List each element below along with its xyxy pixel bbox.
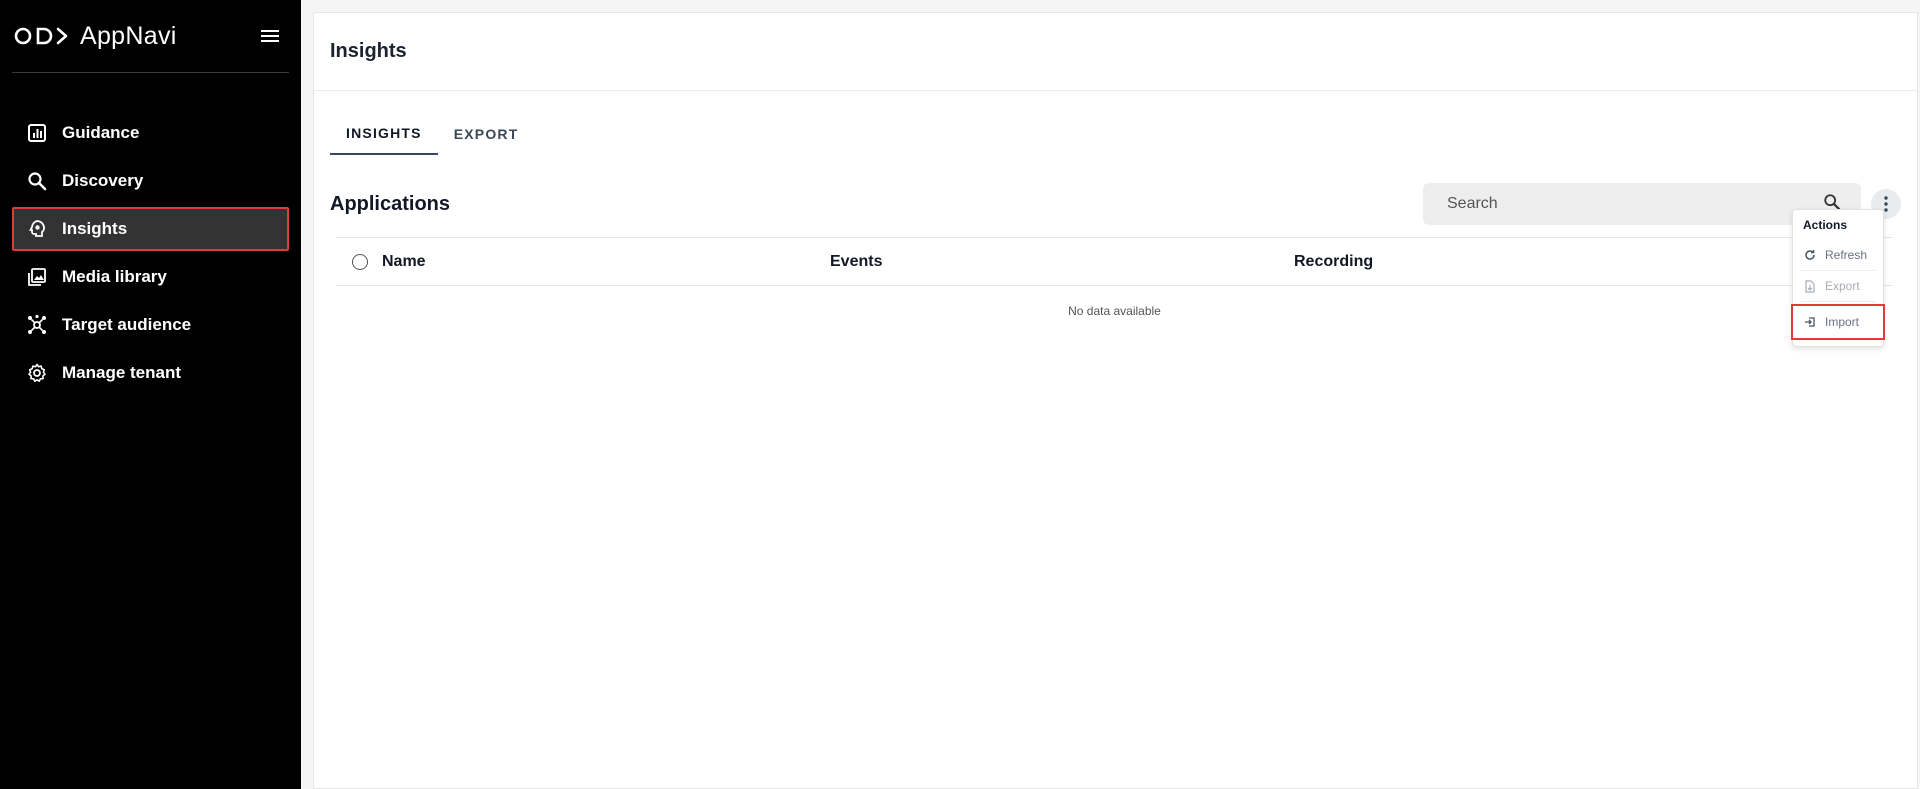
network-icon: [26, 314, 48, 336]
search-input[interactable]: [1447, 195, 1823, 213]
applications-toolbar: Applications: [314, 181, 1917, 227]
sidebar-item-label: Discovery: [62, 171, 144, 190]
bulb-head-icon: [26, 218, 48, 240]
table-header-row: Name Events Recording: [336, 238, 1893, 286]
column-header-name[interactable]: Name: [382, 253, 830, 271]
hamburger-icon: [261, 30, 279, 42]
tab-insights[interactable]: INSIGHTS: [330, 113, 438, 155]
sidebar-item-target-audience[interactable]: Target audience: [12, 303, 289, 347]
menu-item-import[interactable]: Import: [1791, 304, 1885, 340]
menu-item-label: Import: [1825, 315, 1860, 329]
dropdown-header: Actions: [1803, 218, 1848, 232]
menu-item-label: Export: [1825, 279, 1860, 293]
kebab-menu-icon: [1884, 196, 1888, 212]
appnavi-logo-icon: [14, 25, 72, 47]
content-panel: Insights INSIGHTS EXPORT Applications Se…: [313, 12, 1918, 789]
column-header-events[interactable]: Events: [830, 253, 1294, 271]
search-icon: [26, 170, 48, 192]
sidebar-item-label: Manage tenant: [62, 363, 182, 382]
section-title: Applications: [330, 192, 451, 215]
file-export-icon: [1803, 279, 1817, 293]
page-title: Insights: [330, 40, 407, 62]
sidebar-divider: [12, 72, 289, 73]
brand-name: AppNavi: [80, 21, 177, 50]
tab-export[interactable]: EXPORT: [438, 113, 535, 155]
menu-toggle-button[interactable]: [253, 19, 287, 53]
import-icon: [1803, 315, 1817, 329]
sidebar-item-insights[interactable]: Insights: [12, 207, 289, 251]
menu-separator: [1801, 301, 1875, 302]
actions-dropdown: Actions Refresh Export Import: [1791, 209, 1885, 347]
main-area: Insights INSIGHTS EXPORT Applications Se…: [301, 0, 1920, 789]
refresh-icon: [1803, 248, 1817, 262]
app-root: AppNavi Guidance Discovery Insights Medi…: [0, 0, 1920, 789]
sidebar: AppNavi Guidance Discovery Insights Medi…: [0, 0, 301, 789]
bar-chart-icon: [26, 122, 48, 144]
brand-bar: AppNavi: [0, 0, 301, 72]
menu-item-refresh[interactable]: Refresh: [1793, 240, 1883, 270]
menu-item-label: Refresh: [1825, 248, 1868, 262]
select-all-radio[interactable]: [352, 253, 368, 270]
menu-item-export[interactable]: Export: [1793, 271, 1883, 301]
tab-bar: INSIGHTS EXPORT: [314, 113, 1917, 155]
sidebar-item-media-library[interactable]: Media library: [12, 255, 289, 299]
sidebar-item-label: Insights: [62, 219, 128, 238]
column-header-recording[interactable]: Recording: [1294, 253, 1373, 271]
sidebar-nav: Guidance Discovery Insights Media librar…: [0, 111, 301, 395]
brand-logo[interactable]: AppNavi: [14, 22, 177, 51]
sidebar-item-guidance[interactable]: Guidance: [12, 111, 289, 155]
sidebar-item-label: Media library: [62, 267, 167, 286]
sidebar-item-label: Target audience: [62, 315, 192, 334]
page-header: Insights: [314, 13, 1917, 91]
gear-icon: [26, 362, 48, 384]
sidebar-item-discovery[interactable]: Discovery: [12, 159, 289, 203]
sidebar-item-manage-tenant[interactable]: Manage tenant: [12, 351, 289, 395]
image-library-icon: [26, 266, 48, 288]
applications-table: Name Events Recording No data available: [336, 237, 1893, 318]
sidebar-item-label: Guidance: [62, 123, 140, 142]
empty-state-text: No data available: [1068, 304, 1161, 318]
